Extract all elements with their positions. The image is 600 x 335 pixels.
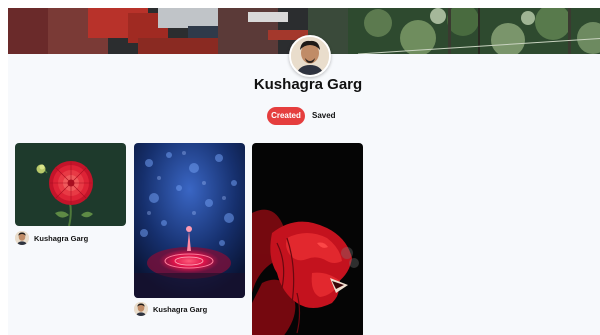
profile-page: Kushagra Garg Created Saved Kushagra Gar… xyxy=(0,0,600,335)
pin-author[interactable]: Kushagra Garg xyxy=(15,231,88,245)
profile-avatar-image xyxy=(291,37,329,75)
pin-image[interactable] xyxy=(134,143,245,298)
author-avatar xyxy=(15,231,29,245)
author-avatar xyxy=(134,302,148,316)
author-avatar-image xyxy=(134,302,148,316)
author-name: Kushagra Garg xyxy=(153,304,208,314)
profile-name: Kushagra Garg xyxy=(253,76,363,93)
pin-image[interactable] xyxy=(15,143,126,226)
profile-tabs: Created Saved xyxy=(267,107,336,125)
tab-saved[interactable]: Saved xyxy=(312,107,336,125)
author-avatar-image xyxy=(15,231,29,245)
lion-image xyxy=(252,143,363,335)
water-drop-image xyxy=(134,143,245,298)
pin-author[interactable]: Kushagra Garg xyxy=(134,302,207,316)
pin-image[interactable] xyxy=(252,143,363,335)
profile-avatar[interactable] xyxy=(289,35,331,77)
author-name: Kushagra Garg xyxy=(34,233,89,243)
tab-created[interactable]: Created xyxy=(267,107,305,125)
dahlia-image xyxy=(15,143,126,226)
